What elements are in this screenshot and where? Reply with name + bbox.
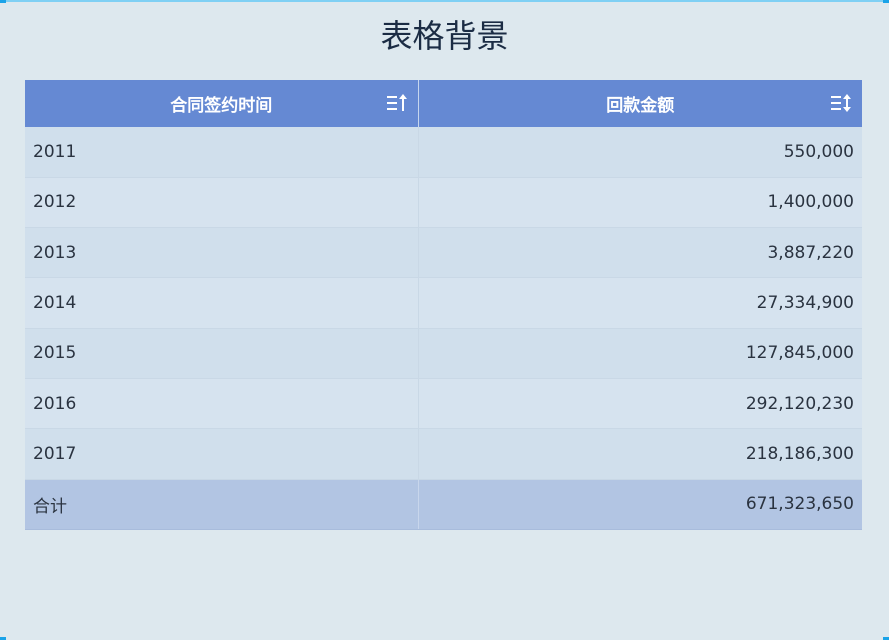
cell-amount: 292,120,230 [418, 378, 862, 430]
corner-marker [883, 0, 889, 3]
cell-amount: 3,887,220 [418, 227, 862, 279]
cell-year: 2013 [25, 227, 419, 279]
table-row: 2011 550,000 [25, 127, 862, 178]
cell-year: 2017 [25, 428, 419, 480]
cell-amount: 27,334,900 [418, 277, 862, 329]
table-row: 2012 1,400,000 [25, 177, 862, 229]
table-row: 2013 3,887,220 [25, 227, 862, 279]
cell-amount: 127,845,000 [418, 328, 862, 379]
cell-year: 2015 [25, 328, 419, 379]
cell-year: 2012 [25, 177, 419, 229]
top-border [0, 0, 889, 2]
column-header-contract-time[interactable]: 合同签约时间 [25, 80, 419, 127]
total-amount: 671,323,650 [418, 479, 862, 530]
column-header-payment-amount[interactable]: 回款金额 [418, 80, 862, 127]
cell-year: 2016 [25, 378, 419, 430]
data-table: 合同签约时间 回款金额 2011 550,000 2012 1,400,000 … [25, 80, 862, 530]
corner-marker [0, 0, 6, 3]
sort-both-icon[interactable] [830, 92, 852, 114]
column-header-label: 回款金额 [606, 96, 675, 116]
table-row: 2016 292,120,230 [25, 378, 862, 430]
table-row: 2015 127,845,000 [25, 328, 862, 379]
total-row: 合计 671,323,650 [25, 479, 862, 530]
cell-amount: 550,000 [418, 127, 862, 178]
table-header-row: 合同签约时间 回款金额 [25, 80, 862, 127]
cell-year: 2014 [25, 277, 419, 329]
table-row: 2014 27,334,900 [25, 277, 862, 329]
cell-amount: 1,400,000 [418, 177, 862, 229]
page-title: 表格背景 [380, 17, 509, 55]
total-label: 合计 [25, 479, 419, 530]
table-row: 2017 218,186,300 [25, 428, 862, 480]
cell-amount: 218,186,300 [418, 428, 862, 480]
column-header-label: 合同签约时间 [170, 96, 273, 116]
cell-year: 2011 [25, 127, 419, 178]
sort-ascending-icon[interactable] [386, 92, 408, 114]
